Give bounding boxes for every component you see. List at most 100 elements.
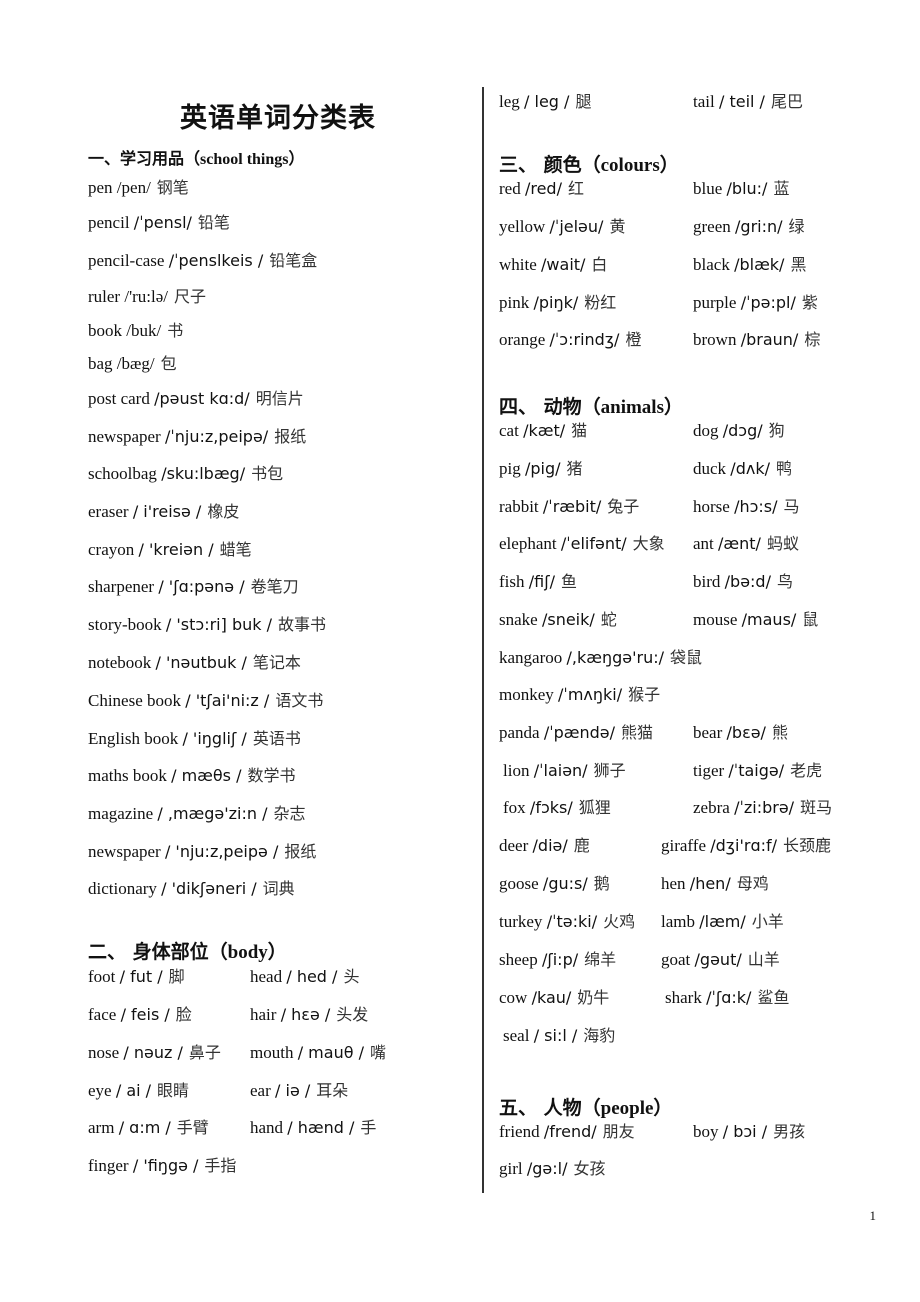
vocab-entry: cat /kæt/猫 (499, 420, 587, 442)
entry-word: giraffe (661, 836, 706, 855)
entry-word: bear (693, 723, 723, 742)
vocab-entry: orange /ˈɔ:rindʒ/橙 (499, 329, 641, 351)
entry-phonetic: / mæθs / (171, 766, 242, 785)
entry-word: cat (499, 421, 519, 440)
vocab-entry: crayon / 'kreiən / 蜡笔 (88, 539, 252, 561)
vocab-entry: ear / iə / 耳朵 (250, 1080, 348, 1102)
vocab-entry: zebra /ˈzi:brə/斑马 (693, 797, 832, 819)
entry-chinese: 棕 (804, 330, 821, 349)
entry-chinese: 猫 (571, 421, 588, 440)
heading-zh: 四、 动物（ (499, 396, 601, 418)
entry-phonetic: /sneik/ (541, 610, 595, 629)
entry-chinese: 猪 (566, 459, 583, 478)
entry-phonetic: /ʃi:p/ (541, 950, 579, 969)
section-heading-school: 一、学习用品（school things） (88, 145, 305, 169)
vocab-entry: monkey /ˈmʌŋki/猴子 (499, 684, 660, 706)
entry-word: pencil (88, 213, 130, 232)
vocab-entry: mouth / mauθ / 嘴 (250, 1042, 386, 1064)
entry-phonetic: /gəut/ (694, 950, 742, 969)
entry-phonetic: / hed / (286, 967, 338, 986)
entry-phonetic: / fut / (119, 967, 163, 986)
entry-phonetic: /kæt/ (523, 421, 566, 440)
entry-phonetic: /ænt/ (718, 534, 761, 553)
entry-word: lamb (661, 912, 695, 931)
entry-chinese: 女孩 (573, 1159, 606, 1178)
entry-phonetic: / 'kreiən / (138, 540, 214, 559)
entry-chinese: 词典 (262, 879, 295, 898)
heading-close: ） (288, 149, 305, 168)
entry-word: book (88, 321, 122, 340)
entry-word: eye (88, 1081, 112, 1100)
entry-phonetic: /kau/ (531, 988, 572, 1007)
entry-phonetic: /ˈtə:ki/ (546, 912, 598, 931)
entry-chinese: 绿 (788, 217, 805, 236)
vocab-entry: head / hed / 头 (250, 966, 359, 988)
entry-phonetic: /diə/ (532, 836, 568, 855)
vocab-entry: foot / fut / 脚 (88, 966, 185, 988)
heading-en: animals (600, 397, 664, 418)
heading-en: people (600, 1098, 654, 1119)
vocab-entry: arm / ɑ:m / 手臂 (88, 1117, 209, 1139)
entry-chinese: 头发 (336, 1005, 369, 1024)
entry-phonetic: /piŋk/ (533, 293, 579, 312)
entry-word: duck (693, 459, 727, 478)
entry-word: newspaper (88, 427, 161, 446)
entry-phonetic: /gu:s/ (542, 874, 588, 893)
vocab-entry: mouse /maus/鼠 (693, 609, 818, 631)
entry-phonetic: / iə / (275, 1081, 311, 1100)
entry-word: turkey (499, 912, 543, 931)
entry-word: foot (88, 967, 116, 986)
vocab-entry: face / feis / 脸 (88, 1004, 192, 1026)
entry-word: bag (88, 354, 113, 373)
entry-word: notebook (88, 653, 152, 672)
heading-zh: 一、学习用品（ (88, 149, 201, 168)
entry-word: deer (499, 836, 529, 855)
entry-word: nose (88, 1043, 120, 1062)
entry-word: monkey (499, 685, 554, 704)
entry-word: pink (499, 293, 530, 312)
entry-chinese: 手 (360, 1118, 377, 1137)
entry-word: brown (693, 330, 737, 349)
vocab-entry: schoolbag /sku:lbæg/书包 (88, 463, 283, 485)
vocab-entry: red /red/红 (499, 178, 584, 200)
entry-phonetic: /ˈpə:pl/ (740, 293, 796, 312)
entry-phonetic: / hɛə / (280, 1005, 331, 1024)
entry-word: elephant (499, 534, 557, 553)
entry-chinese: 语文书 (275, 691, 324, 710)
entry-phonetic: /ˈelifənt/ (560, 534, 627, 553)
vocab-entry: boy / bɔi / 男孩 (693, 1121, 805, 1143)
vocab-entry: goat /gəut/山羊 (661, 949, 780, 971)
entry-word: green (693, 217, 731, 236)
entry-phonetic: /ˈpenslkeis / (168, 251, 264, 270)
entry-word: leg (499, 92, 520, 111)
entry-phonetic: / feis / (120, 1005, 170, 1024)
entry-word: ruler (88, 287, 121, 306)
heading-zh: 三、 颜色（ (499, 154, 601, 176)
vocab-entry: black /blæk/黑 (693, 254, 806, 276)
vocab-entry: brown /braun/棕 (693, 329, 820, 351)
vocab-entry: kangaroo /,kæŋgə'ru:/ 袋鼠 (499, 647, 702, 669)
entry-chinese: 黄 (609, 217, 626, 236)
entry-word: cow (499, 988, 528, 1007)
entry-chinese: 朋友 (602, 1122, 635, 1141)
section-heading-people: 五、 人物（people） (499, 1093, 672, 1120)
entry-word: shark (665, 988, 702, 1007)
vocab-entry: goose /gu:s/鹅 (499, 873, 610, 895)
vocab-entry: green /gri:n/绿 (693, 216, 805, 238)
entry-word: head (250, 967, 283, 986)
entry-word: panda (499, 723, 540, 742)
entry-word: goat (661, 950, 691, 969)
entry-chinese: 眼睛 (157, 1081, 190, 1100)
entry-phonetic: /hen/ (689, 874, 731, 893)
entry-chinese: 马 (783, 497, 800, 516)
entry-word: tiger (693, 761, 725, 780)
entry-word: orange (499, 330, 546, 349)
entry-phonetic: /dɔg/ (722, 421, 763, 440)
vocab-entry: story-book / 'stɔ:ri] buk / 故事书 (88, 614, 326, 636)
entry-phonetic: / leg / (524, 92, 570, 111)
entry-chinese: 蓝 (773, 179, 790, 198)
entry-phonetic: /braun/ (740, 330, 799, 349)
entry-word: zebra (693, 798, 730, 817)
heading-zh: 二、 身体部位（ (88, 941, 228, 963)
entry-chinese: 红 (567, 179, 584, 198)
